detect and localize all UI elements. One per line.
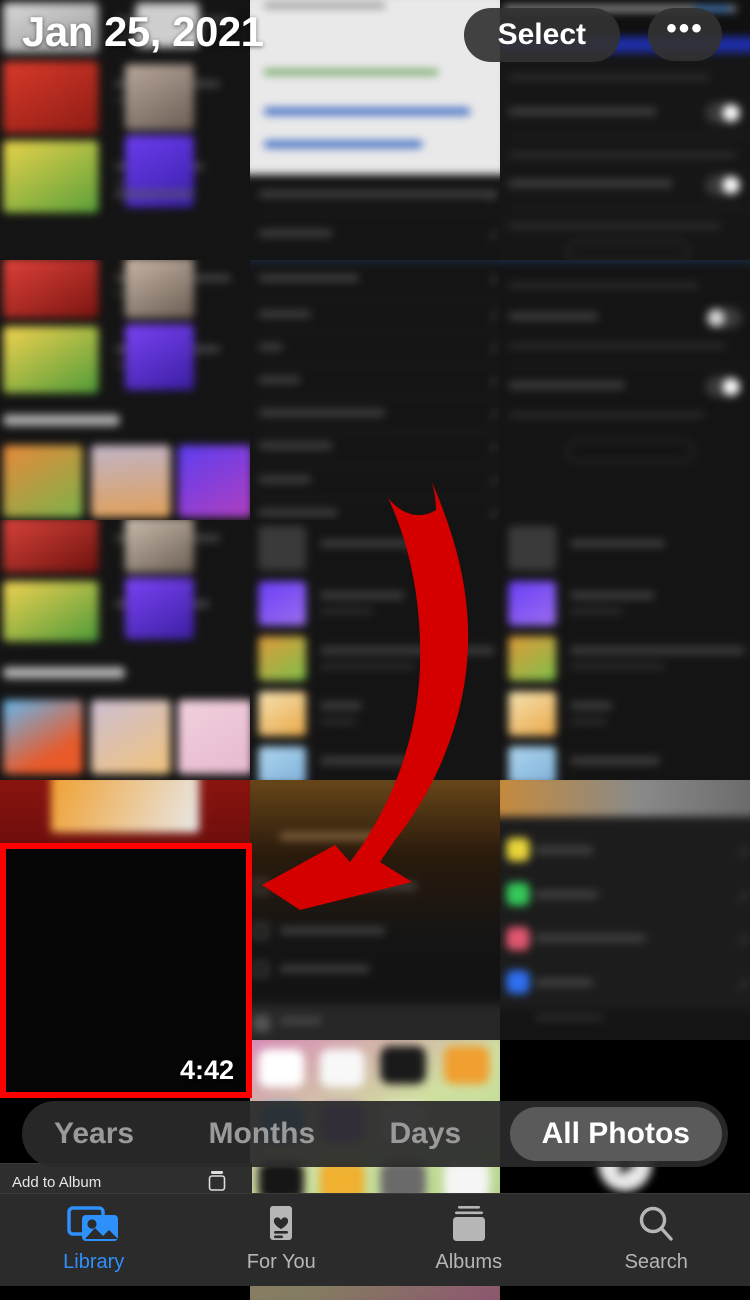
tab-search[interactable]: Search [563,1194,750,1286]
albums-icon [448,1206,490,1244]
grid-item[interactable] [500,520,750,780]
grid-item[interactable] [250,780,500,1040]
video-duration-label: 4:42 [180,1055,234,1086]
tab-albums[interactable]: Albums [375,1194,563,1286]
filter-days[interactable]: Days [364,1107,488,1161]
photos-library-icon [67,1206,121,1244]
select-button[interactable]: Select [464,8,620,62]
ellipsis-icon[interactable]: ••• [648,8,722,61]
add-to-album-label: Add to Album [12,1174,101,1191]
grid-item[interactable] [250,520,500,780]
grid-item[interactable] [500,260,750,520]
tab-albums-label: Albums [435,1251,502,1274]
timeline-filter-bar[interactable]: Years Months Days All Photos [22,1101,728,1167]
page-title: Jan 25, 2021 [22,8,264,56]
filter-all-photos[interactable]: All Photos [510,1107,722,1161]
tab-library-label: Library [63,1251,124,1274]
highlighted-video-thumbnail[interactable]: 4:42 [0,843,252,1098]
grid-item[interactable] [250,260,500,520]
tab-bar[interactable]: Library For You Albums [0,1193,750,1286]
filter-months[interactable]: Months [182,1107,341,1161]
heart-card-icon [261,1206,301,1244]
search-icon [636,1206,676,1244]
add-to-album-icon [208,1170,226,1192]
grid-item[interactable] [0,260,250,520]
filter-years[interactable]: Years [28,1107,160,1161]
tab-for-you[interactable]: For You [188,1194,376,1286]
tab-library[interactable]: Library [0,1194,188,1286]
grid-item[interactable] [500,780,750,1040]
tab-search-label: Search [625,1251,688,1274]
grid-item[interactable] [250,0,500,260]
tab-for-you-label: For You [247,1251,316,1274]
grid-item[interactable] [0,520,250,780]
